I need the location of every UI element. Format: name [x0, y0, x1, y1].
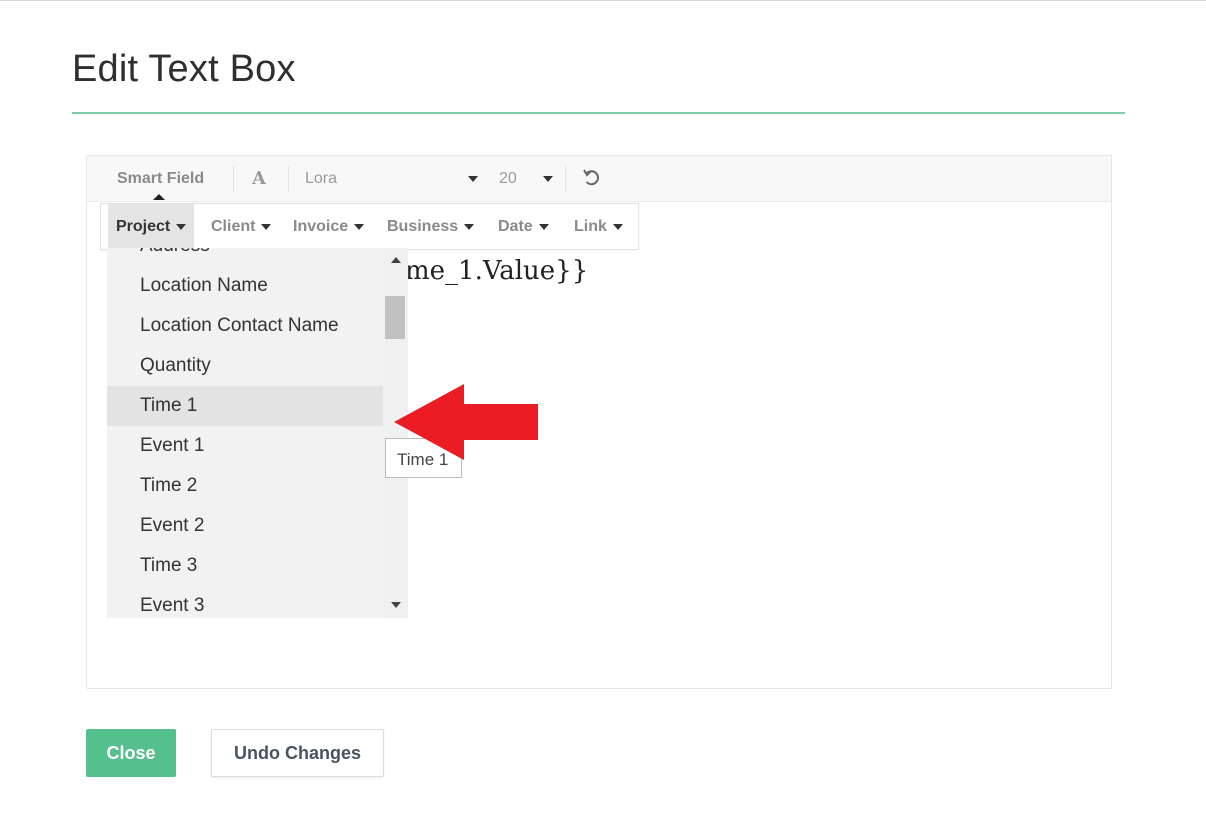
list-item[interactable]: Location Name: [107, 266, 383, 306]
project-fields-dropdown: Address Location Name Location Contact N…: [107, 248, 408, 618]
list-item[interactable]: Time 3: [107, 546, 383, 586]
scrollbar-thumb[interactable]: [385, 296, 405, 339]
chevron-down-icon: [464, 223, 475, 230]
font-family-select[interactable]: Lora: [305, 156, 337, 201]
dropdown-list: Address Location Name Location Contact N…: [107, 248, 383, 618]
list-item[interactable]: Event 2: [107, 506, 383, 546]
page-title: Edit Text Box: [72, 48, 296, 90]
toolbar-divider: [288, 166, 289, 192]
editor-content[interactable]: me_1.Value}}: [405, 256, 588, 286]
font-style-icon[interactable]: A: [252, 156, 266, 201]
tab-label: Date: [498, 218, 533, 235]
scroll-up-icon[interactable]: [391, 257, 401, 263]
chevron-down-icon: [261, 223, 272, 230]
scroll-down-icon[interactable]: [391, 602, 401, 608]
editor-toolbar: Smart Field A Lora 20: [87, 156, 1111, 202]
list-item[interactable]: Address: [107, 248, 383, 266]
toolbar-divider: [565, 166, 566, 192]
tab-link[interactable]: Link: [566, 204, 631, 249]
undo-icon[interactable]: [582, 156, 602, 201]
font-size-select[interactable]: 20: [499, 156, 517, 201]
tab-client[interactable]: Client: [203, 204, 279, 249]
list-item[interactable]: Event 1: [107, 426, 383, 466]
tab-project[interactable]: Project: [108, 204, 195, 249]
chevron-down-icon[interactable]: [543, 176, 553, 182]
chevron-down-icon: [612, 223, 623, 230]
tab-date[interactable]: Date: [490, 204, 557, 249]
tab-label: Project: [116, 218, 171, 235]
red-arrow-annotation-icon: [394, 384, 538, 460]
list-item[interactable]: Location Contact Name: [107, 306, 383, 346]
undo-changes-button[interactable]: Undo Changes: [211, 729, 384, 777]
list-item[interactable]: Event 3: [107, 586, 383, 618]
chevron-down-icon: [538, 223, 549, 230]
toolbar-divider: [233, 166, 234, 192]
title-divider: [72, 112, 1125, 114]
tab-label: Link: [574, 218, 607, 235]
tab-label: Invoice: [293, 218, 349, 235]
tab-invoice[interactable]: Invoice: [285, 204, 372, 249]
close-button[interactable]: Close: [86, 729, 176, 777]
list-item-hovered[interactable]: Time 1: [107, 386, 383, 426]
tab-label: Business: [387, 218, 459, 235]
chevron-down-icon: [176, 223, 187, 230]
list-item[interactable]: Time 2: [107, 466, 383, 506]
chevron-down-icon[interactable]: [468, 176, 478, 182]
smart-field-pointer-icon: [153, 194, 165, 200]
tab-business[interactable]: Business: [379, 204, 482, 249]
chevron-down-icon: [354, 223, 365, 230]
smart-field-menubar: Project Client Invoice Business Date Lin…: [100, 203, 639, 250]
top-border: [0, 0, 1206, 1]
tab-label: Client: [211, 218, 256, 235]
list-item[interactable]: Quantity: [107, 346, 383, 386]
